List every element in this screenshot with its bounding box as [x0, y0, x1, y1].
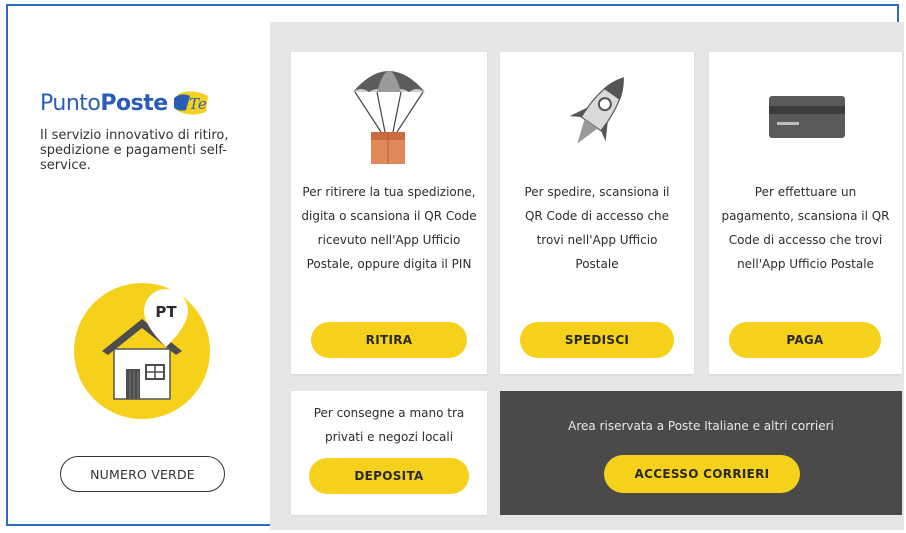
brand-punto: Punto: [40, 90, 101, 116]
brand-poste: Poste: [100, 90, 168, 116]
card-paga: Per effettuare un pagamento, scansiona i…: [709, 52, 902, 374]
spedisci-button[interactable]: SPEDISCI: [520, 322, 674, 358]
card-ritira: Per ritirere la tua spedizione, digita o…: [291, 52, 487, 374]
svg-text:Te: Te: [189, 95, 207, 113]
services-panel: Per ritirere la tua spedizione, digita o…: [270, 22, 904, 530]
card-corrieri: Area riservata a Poste Italiane e altri …: [500, 391, 902, 515]
corrieri-description: Area riservata a Poste Italiane e altri …: [568, 419, 834, 433]
tagline: Il servizio innovativo di ritiro, spediz…: [40, 128, 229, 173]
spedisci-description: Per spedire, scansiona il QR Code di acc…: [524, 185, 670, 271]
card-spedisci: Per spedire, scansiona il QR Code di acc…: [500, 52, 694, 374]
rocket-icon: [558, 64, 638, 168]
card-deposita: Per consegne a mano tra privati e negozi…: [291, 391, 487, 515]
credit-card-icon: [767, 94, 847, 144]
accesso-corrieri-button[interactable]: ACCESSO CORRIERI: [604, 455, 800, 493]
deposita-description: Per consegne a mano tra privati e negozi…: [313, 406, 465, 444]
pt-pin-label: PT: [155, 303, 177, 321]
ritira-button[interactable]: RITIRA: [311, 322, 467, 358]
house-illustration-icon: PT: [72, 281, 212, 421]
numero-verde-button[interactable]: NUMERO VERDE: [60, 456, 225, 492]
deposita-button[interactable]: DEPOSITA: [309, 458, 469, 494]
brand-te-badge-icon: Te: [172, 90, 212, 116]
paga-button[interactable]: PAGA: [729, 322, 881, 358]
kiosk-screen: Punto Poste Te Il servizio innovativo di…: [6, 4, 904, 530]
ritira-description: Per ritirere la tua spedizione, digita o…: [301, 185, 477, 271]
parachute-package-icon: [347, 60, 431, 176]
puntoposte-logo: Punto Poste Te: [40, 90, 212, 116]
paga-description: Per effettuare un pagamento, scansiona i…: [721, 185, 890, 271]
